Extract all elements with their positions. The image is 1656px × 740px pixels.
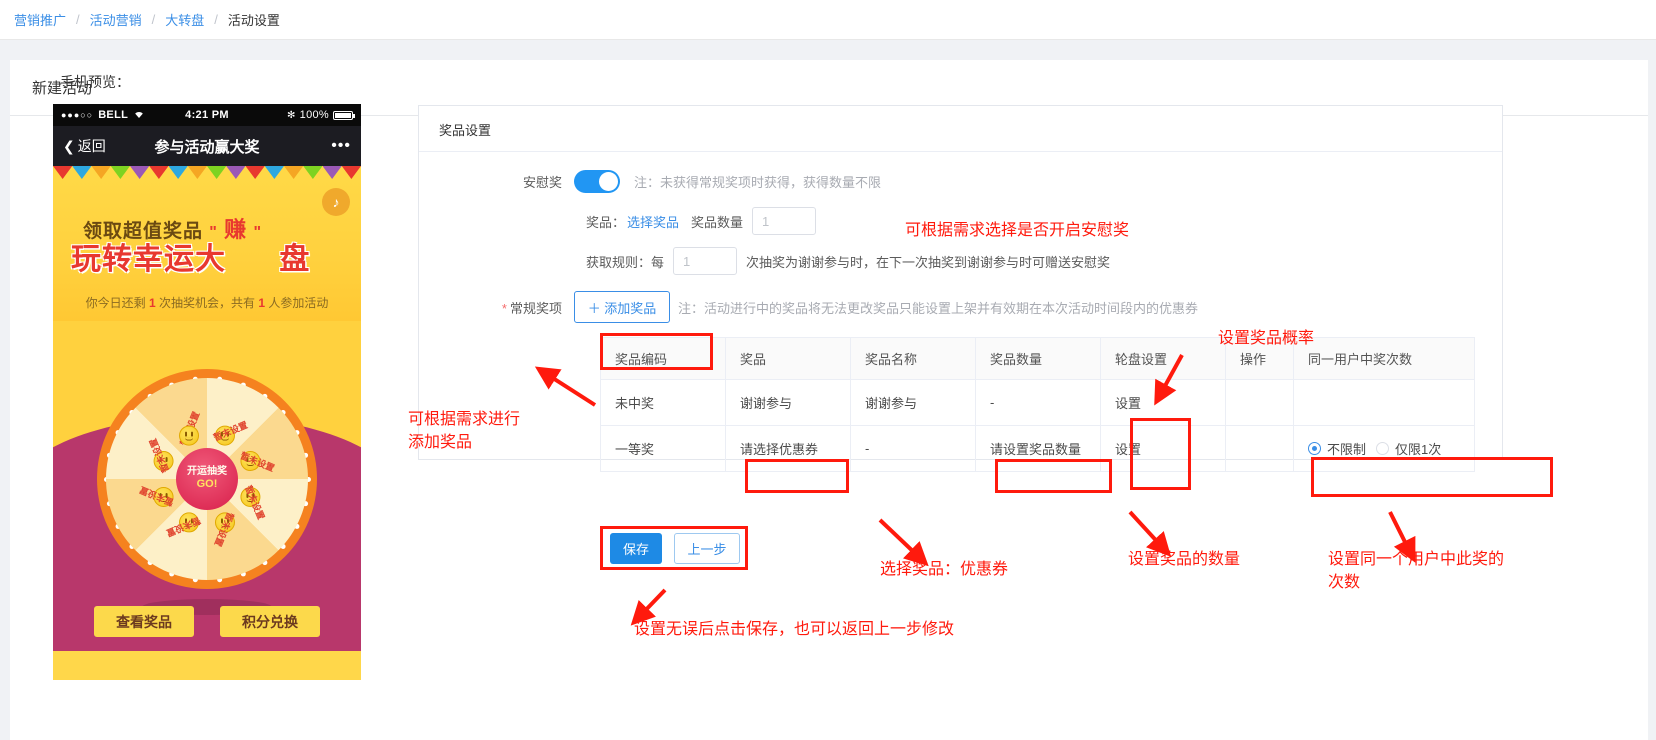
banner-sub-part-2: 次抽奖机会，共有 (155, 296, 259, 310)
annotation-add-prize: 可根据需求进行 添加奖品 (408, 411, 521, 452)
annotation-box-select-coupon (745, 459, 849, 493)
banner-line-2-text: 玩转幸运大 (71, 243, 226, 276)
phone-bottom-buttons: 查看奖品 积分兑换 (53, 606, 361, 637)
th-prize-name: 奖品名称 (850, 337, 976, 380)
breadcrumb-item-2[interactable]: 大转盘 (165, 10, 204, 29)
breadcrumb-item-3: 活动设置 (227, 13, 280, 28)
wheel-smiley-icon (179, 425, 200, 446)
radio-once-only[interactable]: 仅限1次 (1376, 439, 1441, 458)
win-limit-radio-group: 不限制 仅限1次 (1308, 439, 1474, 458)
wheel-go-label: 开运抽奖 (187, 465, 227, 477)
prize-table: 奖品编码 奖品 奖品名称 奖品数量 轮盘设置 操作 同一用户中奖次数 未中奖 谢… (600, 337, 1475, 472)
bluetooth-icon: ✻ (286, 109, 296, 121)
annotation-consolation: 可根据需求选择是否开启安慰奖 (905, 222, 1130, 239)
annotation-user-win-count: 设置同一个用户中此奖的 次数 (1328, 551, 1505, 592)
breadcrumb: 营销推广 / 活动营销 / 大转盘 / 活动设置 (0, 0, 1656, 40)
annotation-box-prize-qty (995, 459, 1112, 493)
annotation-set-quantity: 设置奖品的数量 (1128, 551, 1241, 568)
wheel-go-sub: GO! (196, 478, 218, 491)
banner-participant-count: 1 (258, 296, 266, 310)
annotation-probability: 设置奖品概率 (1218, 330, 1315, 347)
battery-percent-label: 100% (299, 109, 329, 121)
cell-prize-name[interactable]: 谢谢参与 (850, 379, 976, 426)
select-prize-link[interactable]: 选择奖品 (627, 212, 679, 231)
breadcrumb-separator: / (214, 12, 218, 27)
phone-status-bar: ●●●○○ BELL 4:21 PM ✻ 100% (53, 104, 361, 126)
th-user-win-limit: 同一用户中奖次数 (1293, 337, 1475, 380)
banner-subtitle: 你今日还剩 1 次抽奖机会，共有 1 人参加活动 (53, 294, 361, 311)
banner-line-2: 玩转幸运大 盘 (71, 234, 310, 278)
add-prize-button[interactable]: ＋ 添加奖品 (574, 291, 670, 323)
annotation-box-footer-buttons (600, 526, 748, 570)
prize-qty-input[interactable]: 1 (752, 207, 817, 235)
wheel-area: 暂未设置暂未设置暂未设置暂未设置暂未设置暂未设置暂未设置暂未设置 开运抽奖 GO… (53, 321, 361, 651)
banner-sub-part-1: 你今日还剩 (85, 296, 149, 310)
radio-once-only-label: 仅限1次 (1395, 442, 1442, 457)
consolation-label: 安慰奖 (522, 175, 562, 190)
radio-unlimited[interactable]: 不限制 (1308, 439, 1366, 458)
breadcrumb-separator: / (76, 12, 80, 27)
annotation-box-win-limit (1311, 457, 1553, 497)
banner-remaining-count: 1 (148, 296, 156, 310)
th-prize: 奖品 (725, 337, 851, 380)
banner-sub-part-3: 人参加活动 (265, 296, 329, 310)
annotation-select-prize: 选择奖品：优惠券 (880, 561, 1009, 578)
prize-settings-panel: 奖品设置 安慰奖 注：未获得常规奖项时获得，获得数量不限 奖品： 选择奖品 奖品… (418, 105, 1503, 472)
cell-prize: 谢谢参与 (725, 379, 851, 426)
points-exchange-button[interactable]: 积分兑换 (220, 606, 320, 637)
breadcrumb-item-0[interactable]: 营销推广 (14, 10, 66, 29)
consolation-toggle[interactable] (574, 170, 620, 193)
consolation-prize-row: 安慰奖 注：未获得常规奖项时获得，获得数量不限 (419, 170, 1502, 193)
rule-suffix-label: 次抽奖为谢谢参与时，在下一次抽奖到谢谢参与时可赠送安慰奖 (746, 254, 1111, 270)
breadcrumb-separator: / (151, 12, 156, 27)
regular-prize-note: 注：活动进行中的奖品将无法更改奖品只能设置上架并有效期在本次活动时间段内的优惠券 (678, 300, 1199, 316)
preview-label: 手机预览： (60, 74, 130, 90)
radio-unlimited-label: 不限制 (1327, 442, 1367, 457)
radio-unlimited-icon (1308, 442, 1321, 455)
prize-label: 奖品： (586, 214, 626, 230)
wheel-go-button[interactable]: 开运抽奖 GO! (176, 448, 238, 510)
regular-prize-label: * 常规奖项 (419, 298, 574, 317)
cell-prize-qty: - (975, 379, 1101, 426)
prize-wheel[interactable]: 暂未设置暂未设置暂未设置暂未设置暂未设置暂未设置暂未设置暂未设置 开运抽奖 GO… (97, 369, 317, 589)
required-asterisk: * (501, 300, 507, 316)
prize-qty-label: 奖品数量 (691, 214, 744, 230)
annotation-box-wheel-setting (1130, 418, 1191, 490)
cell-action (1225, 379, 1294, 426)
phone-banner: ♪ 领取超值奖品 " 赚 " 玩转幸运大 盘 你今日还剩 1 次抽奖机会，共有 … (53, 166, 361, 321)
rule-prefix-label: 获取规则：每 (586, 254, 665, 270)
annotation-save-note: 设置无误后点击保存，也可以返回上一步修改 (634, 621, 955, 638)
battery-icon (333, 110, 355, 120)
rule-count-input[interactable]: 1 (673, 247, 738, 275)
phone-nav-bar: ❮ 返回 参与活动赢大奖 ••• (53, 126, 361, 166)
cell-user-win-limit (1293, 379, 1475, 426)
th-prize-qty: 奖品数量 (975, 337, 1101, 380)
cell-prize-name: - (850, 425, 976, 472)
annotation-box-add-prize (600, 333, 713, 370)
breadcrumb-item-1[interactable]: 活动营销 (90, 10, 142, 29)
regular-prize-row: * 常规奖项 ＋ 添加奖品 注：活动进行中的奖品将无法更改奖品只能设置上架并有效期… (419, 291, 1502, 323)
consolation-rule-row: 获取规则：每 1 次抽奖为谢谢参与时，在下一次抽奖到谢谢参与时可赠送安慰奖 (586, 247, 1502, 275)
cell-action (1225, 425, 1294, 472)
th-wheel-setting: 轮盘设置 (1100, 337, 1226, 380)
banner-line-2-suffix: 盘 (279, 243, 311, 276)
cell-prize-code: 未中奖 (600, 379, 726, 426)
bunting-decoration (53, 166, 361, 182)
view-prizes-button[interactable]: 查看奖品 (94, 606, 194, 637)
radio-once-only-icon (1376, 442, 1390, 455)
table-header-row: 奖品编码 奖品 奖品名称 奖品数量 轮盘设置 操作 同一用户中奖次数 (600, 337, 1475, 380)
panel-body: 安慰奖 注：未获得常规奖项时获得，获得数量不限 奖品： 选择奖品 奖品数量 1 … (419, 152, 1502, 472)
music-note-icon[interactable]: ♪ (322, 188, 350, 216)
table-row: 未中奖 谢谢参与 谢谢参与 - 设置 (600, 379, 1475, 426)
panel-title: 奖品设置 (419, 106, 1502, 152)
regular-prize-label-text: 常规奖项 (509, 300, 562, 316)
status-bar-right: ✻ 100% (286, 109, 355, 121)
phone-preview: ●●●○○ BELL 4:21 PM ✻ 100% ❮ 返回 参与活动赢大奖 •… (53, 104, 361, 680)
phone-page-title: 参与活动赢大奖 (154, 138, 260, 156)
more-icon[interactable]: ••• (331, 137, 351, 155)
cell-prize-code: 一等奖 (600, 425, 726, 472)
consolation-note: 注：未获得常规奖项时获得，获得数量不限 (634, 175, 882, 190)
